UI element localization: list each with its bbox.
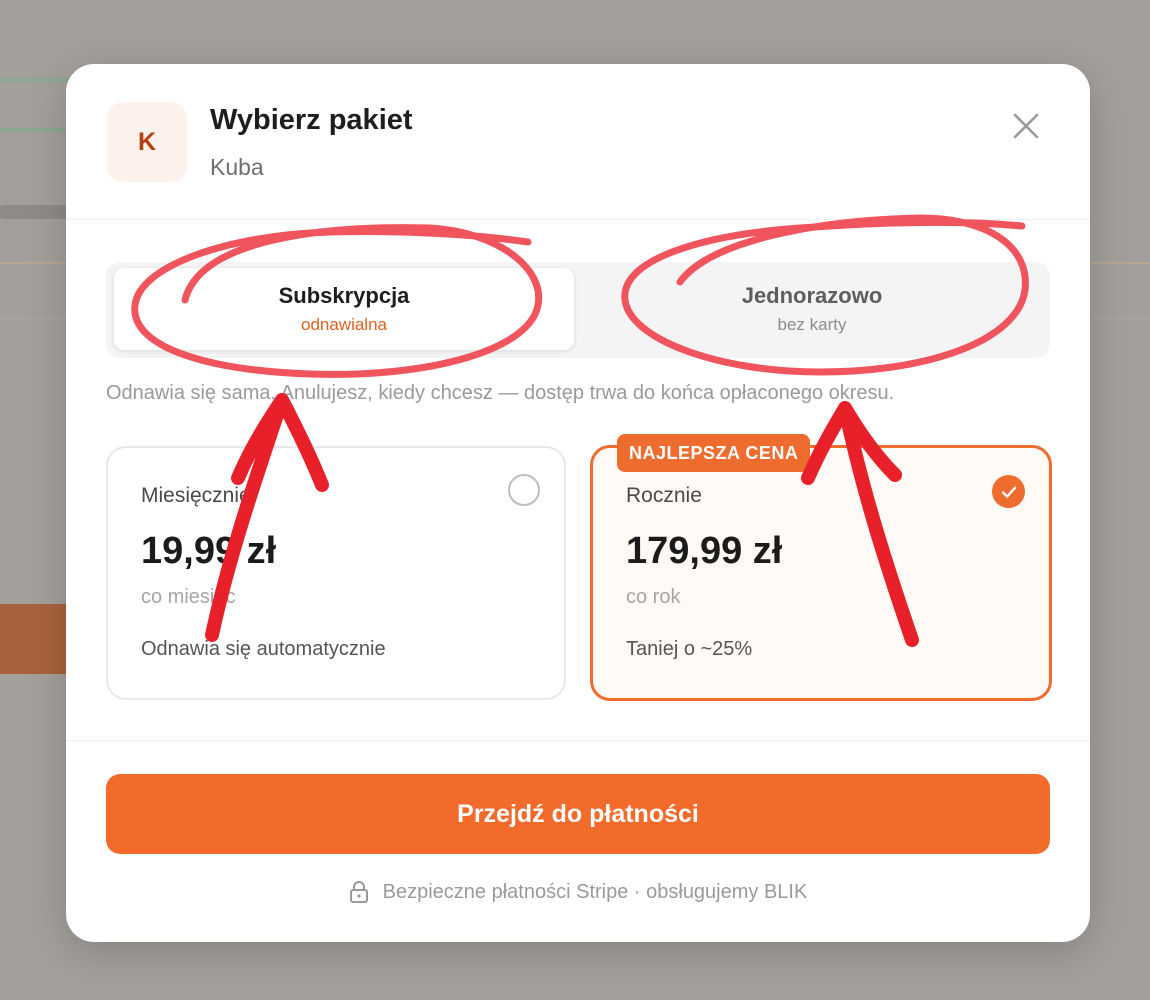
avatar: K [107, 102, 187, 182]
payment-type-tabs: Subskrypcja odnawialna Jednorazowo bez k… [106, 262, 1050, 358]
plan-card-monthly[interactable]: Miesięcznie 19,99 zł co miesiąc Odnawia … [106, 446, 566, 700]
background-text-line [0, 78, 70, 82]
tab-label: Subskrypcja [278, 283, 410, 308]
footer-divider [66, 740, 1090, 741]
tab-sublabel: bez karty [777, 315, 847, 334]
close-button[interactable] [1006, 106, 1046, 146]
tab-one-time[interactable]: Jednorazowo bez karty [582, 268, 1042, 350]
plan-description: Odnawia się sama. Anulujesz, kiedy chces… [106, 382, 895, 404]
background-text-line [0, 128, 70, 132]
modal-title: Wybierz pakiet [210, 104, 413, 136]
best-price-badge: NAJLEPSZA CENA [617, 434, 811, 472]
plan-note: Taniej o ~25% [626, 638, 753, 660]
plan-period: co rok [626, 586, 681, 608]
plan-price: 19,99 zł [141, 530, 277, 572]
tab-label: Jednorazowo [741, 283, 883, 308]
plan-note: Odnawia się automatycznie [141, 638, 386, 660]
plan-period: co miesiąc [141, 586, 236, 608]
plan-radio[interactable] [508, 474, 540, 506]
plan-selected-check[interactable] [992, 475, 1025, 508]
modal-subtitle: Kuba [210, 154, 264, 180]
modal-header: K Wybierz pakiet Kuba [66, 64, 1090, 220]
plan-picker-modal: K Wybierz pakiet Kuba Subskrypcja odnawi… [66, 64, 1090, 942]
plan-price: 179,99 zł [626, 530, 783, 572]
background-button [0, 604, 70, 674]
tab-subscription[interactable]: Subskrypcja odnawialna [114, 268, 574, 350]
secure-note-text: Bezpieczne płatności Stripe · obsługujem… [382, 880, 808, 903]
proceed-to-payment-button[interactable]: Przejdź do płatności [106, 774, 1050, 854]
close-icon [1013, 113, 1039, 139]
lock-icon [349, 881, 368, 903]
tab-sublabel: odnawialna [300, 315, 387, 334]
secure-payment-note: Bezpieczne płatności Stripe · obsługujem… [66, 880, 1090, 904]
plan-name: Rocznie [626, 484, 702, 507]
plan-card-yearly[interactable]: NAJLEPSZA CENA Rocznie 179,99 zł co rok … [590, 434, 1052, 701]
plan-name: Miesięcznie [141, 484, 251, 507]
check-icon [1001, 486, 1016, 498]
background-text-line [0, 205, 70, 219]
